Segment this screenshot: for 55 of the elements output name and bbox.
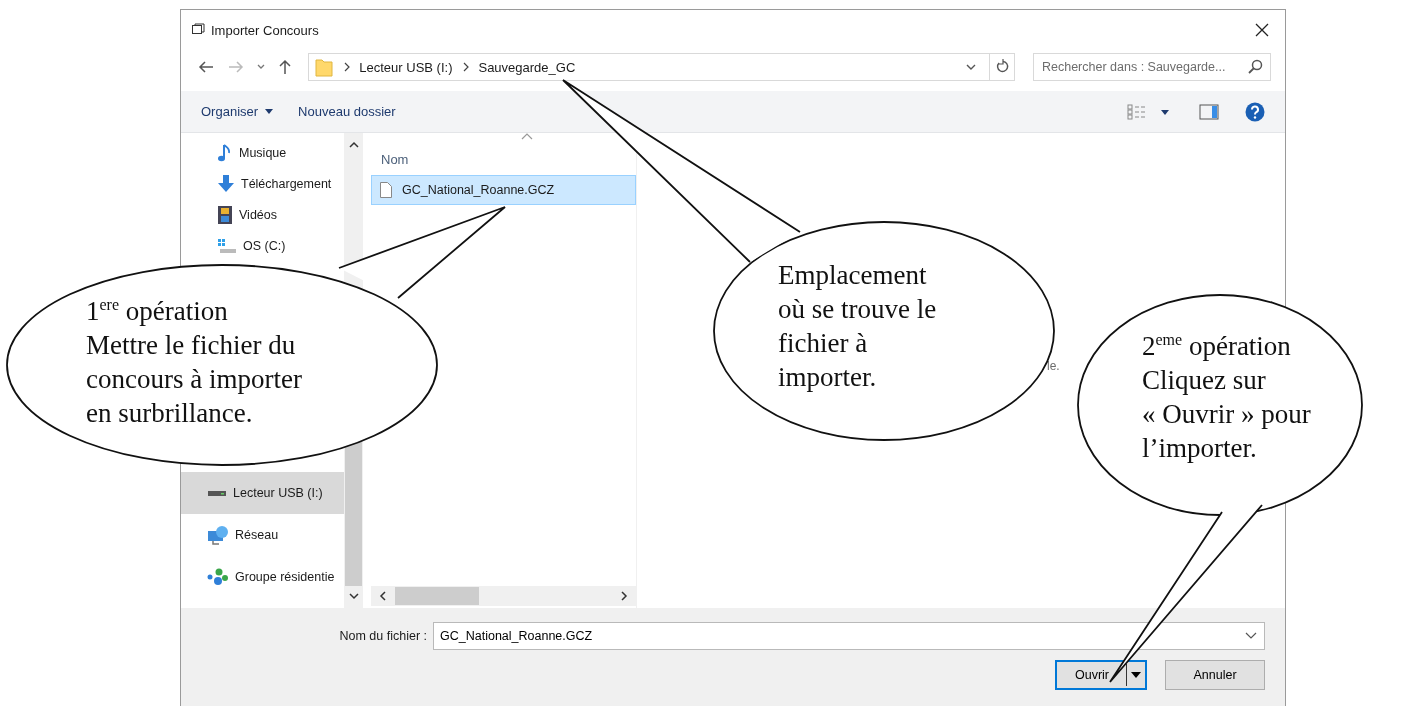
window-title: Importer Concours	[211, 22, 319, 38]
close-icon	[1255, 23, 1269, 37]
scroll-right-icon[interactable]	[620, 591, 628, 601]
network-icon	[207, 525, 229, 545]
scroll-left-icon[interactable]	[379, 591, 387, 601]
address-bar[interactable]: Lecteur USB (I:) Sauvegarde_GC	[308, 53, 1015, 81]
navigation-item[interactable]: Lecteur USB (I:)	[181, 472, 344, 514]
film-icon	[217, 204, 233, 225]
caret-icon	[1131, 672, 1141, 678]
open-button[interactable]: Ouvrir	[1055, 660, 1147, 690]
search-icon	[1246, 59, 1263, 75]
breadcrumb-item[interactable]: Sauvegarde_GC	[478, 59, 576, 75]
dropdown-icon[interactable]	[964, 62, 977, 72]
column-header[interactable]: Nom	[381, 152, 409, 167]
drive-icon	[217, 237, 237, 254]
file-row[interactable]: GC_National_Roanne.GCZ	[371, 175, 636, 205]
refresh-icon	[994, 59, 1009, 75]
file-name-field[interactable]: GC_National_Roanne.GCZ	[433, 622, 1265, 650]
download-arrow-icon	[217, 173, 235, 194]
homegroup-icon	[207, 568, 229, 586]
navigation-item[interactable]: Réseau	[181, 514, 344, 556]
caret-icon	[264, 108, 275, 115]
navigation-item[interactable]: Groupe résidentie	[181, 556, 344, 598]
chevron-down-icon	[255, 63, 266, 71]
right-arrow-icon	[227, 60, 244, 74]
new-folder-button[interactable]: Nouveau dossier	[290, 100, 404, 123]
document-icon	[380, 182, 392, 198]
drive-icon	[207, 488, 227, 498]
chevron-icon	[462, 62, 471, 72]
preview-pane-icon	[1199, 103, 1219, 120]
organize-menu-button[interactable]: Organiser	[193, 100, 283, 123]
navigation-item[interactable]: Vidéos	[181, 199, 344, 230]
search-field[interactable]: Rechercher dans : Sauvegarde...	[1032, 53, 1271, 81]
breadcrumb-item[interactable]: Lecteur USB (I:)	[359, 59, 453, 75]
navigation-item[interactable]: OS (C:)	[181, 230, 344, 261]
window-icon	[191, 23, 205, 37]
sort-caret-icon	[521, 133, 533, 140]
navigation-item[interactable]: Musique	[181, 137, 344, 168]
up-arrow-icon	[278, 59, 293, 75]
callout-text: Emplacement où se trouve le fichier à importer.	[778, 259, 937, 394]
music-note-icon	[217, 142, 233, 163]
scrollbar[interactable]	[371, 586, 636, 606]
help-icon	[1245, 101, 1265, 122]
callout-text: 1$^{ere}$ opération Mettre le fichier du concours à importer en surbrillance.	[86, 295, 302, 430]
chevron-icon	[343, 62, 352, 72]
scroll-down-icon[interactable]	[348, 592, 359, 600]
folder-icon	[315, 57, 334, 77]
preview-message: le.	[1047, 359, 1060, 373]
left-arrow-icon	[197, 60, 214, 74]
field-label: Nom du fichier :	[339, 629, 427, 643]
navigation-item[interactable]: Téléchargement	[181, 168, 344, 199]
callout-text: 2$^{eme}$ opération Cliquez sur « Ouvrir » pour l’importer.	[1142, 330, 1311, 465]
scroll-up-icon[interactable]	[348, 141, 359, 149]
dropdown-icon[interactable]	[1245, 632, 1257, 640]
cancel-button[interactable]: Annuler	[1165, 660, 1265, 690]
